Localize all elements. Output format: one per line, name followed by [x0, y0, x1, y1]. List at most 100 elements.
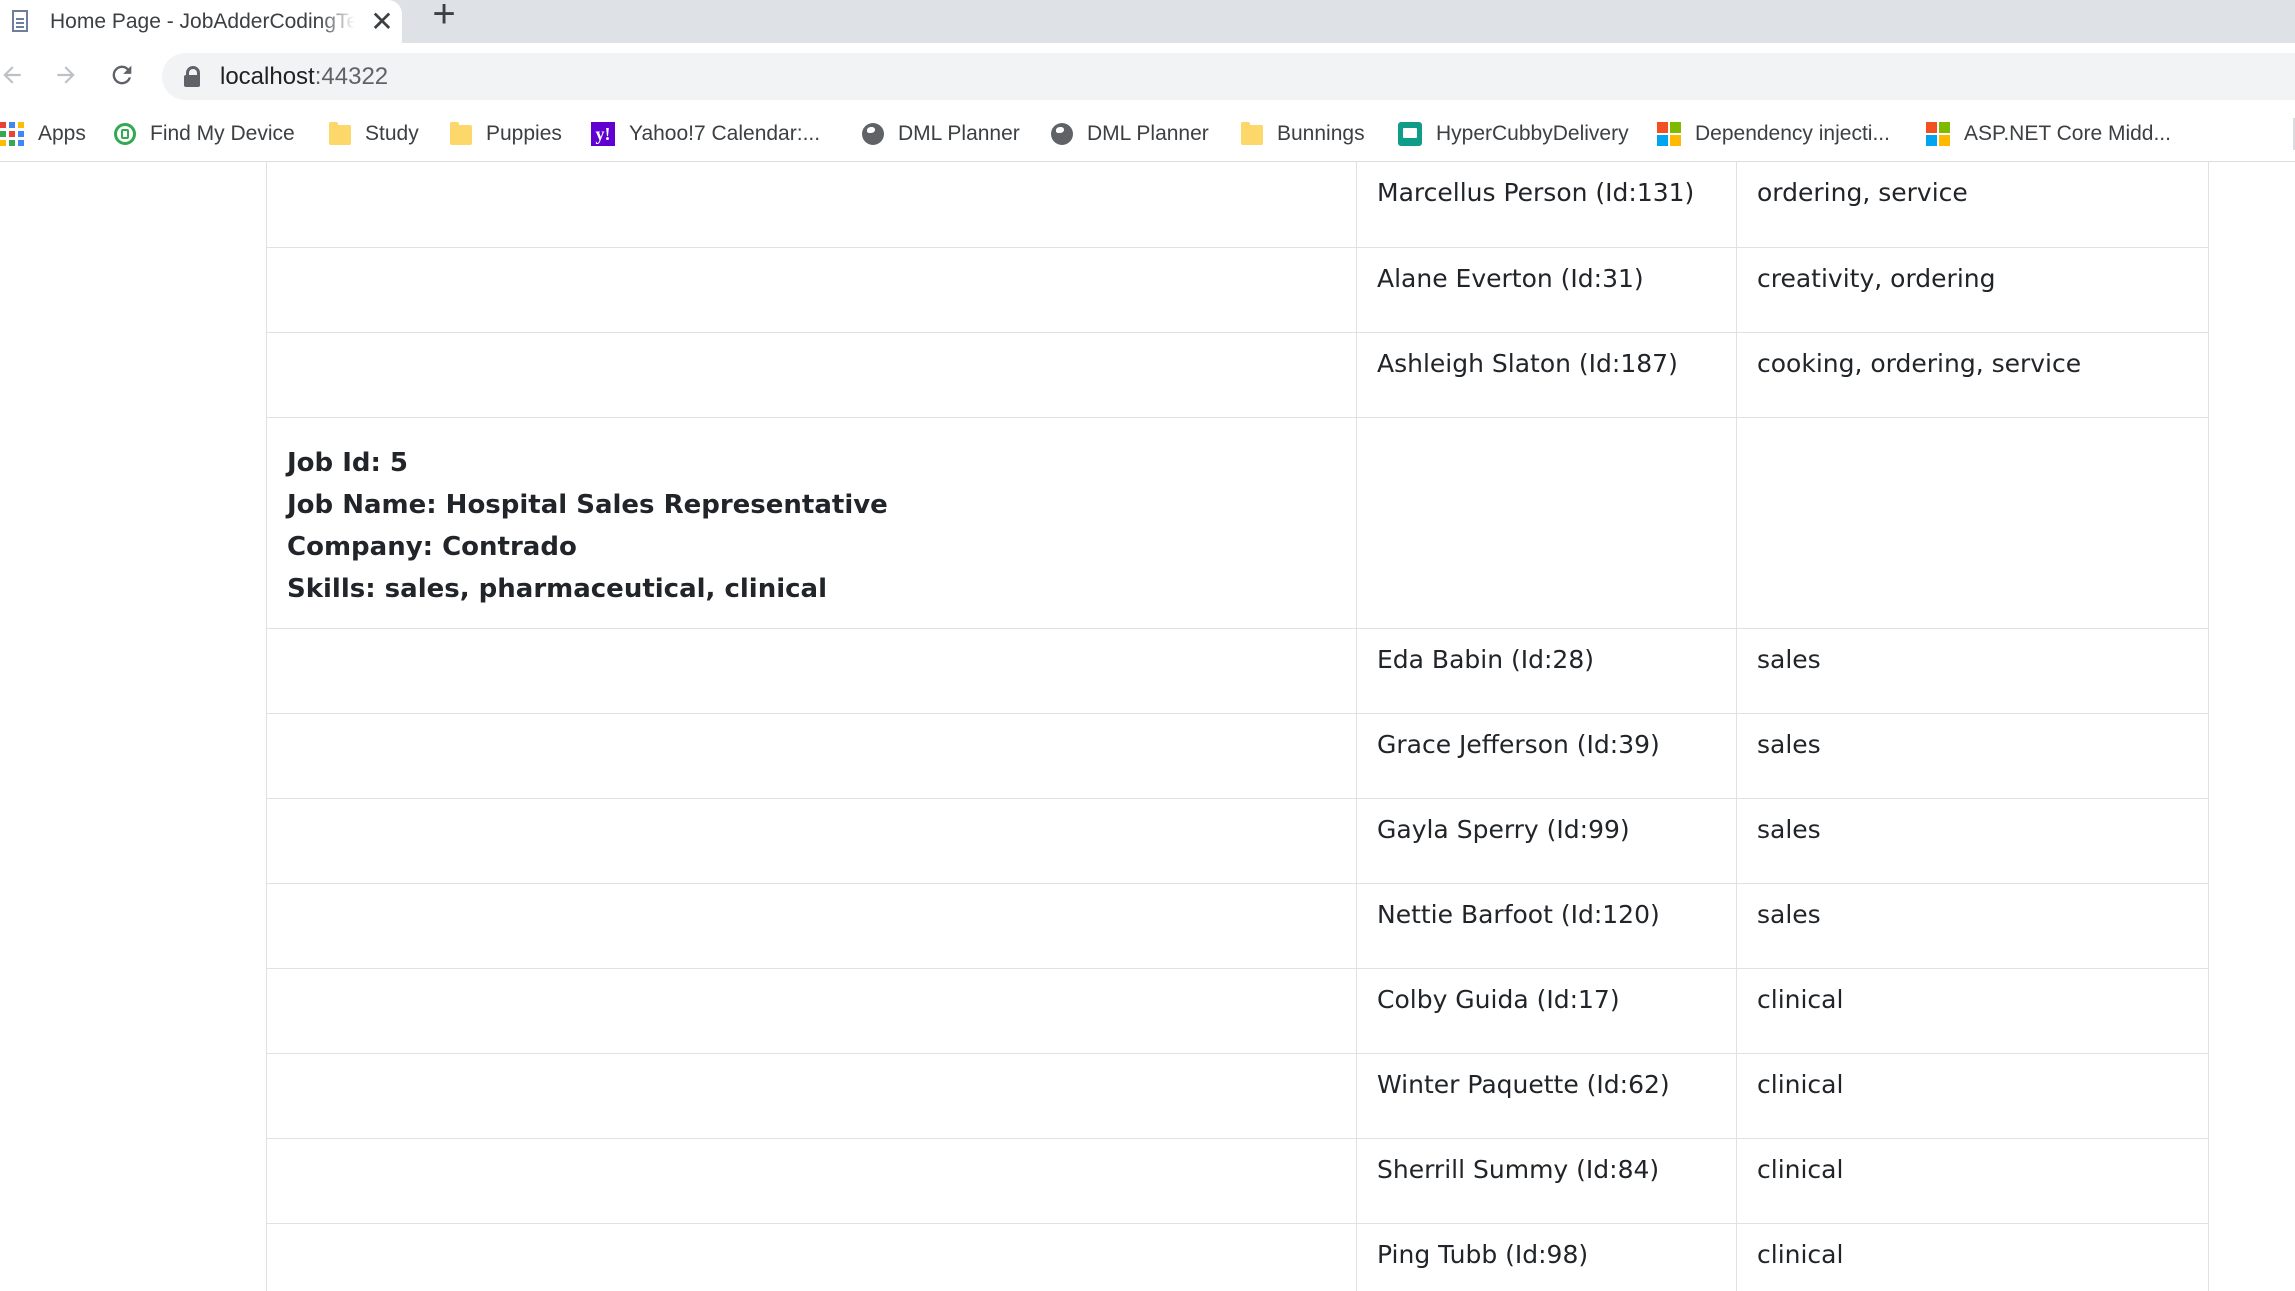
bookmark-puppies[interactable]: Puppies: [450, 106, 562, 162]
forward-button[interactable]: [44, 53, 88, 97]
table-row: Nettie Barfoot (Id:120) sales: [266, 883, 2209, 969]
bookmark-aspnet-core-middleware[interactable]: ASP.NET Core Midd...: [1926, 106, 2171, 162]
folder-icon: [450, 122, 472, 145]
bookmark-label: DML Planner: [1087, 122, 1209, 145]
tab-title: Home Page - JobAdderCodingTest: [50, 9, 355, 33]
table-row: Sherrill Summy (Id:84) clinical: [266, 1138, 2209, 1224]
browser-toolbar: localhost:44322: [0, 43, 2295, 106]
candidate-cell: Eda Babin (Id:28): [1356, 628, 1737, 714]
bookmark-dependency-injection[interactable]: Dependency injecti...: [1657, 106, 1890, 162]
forward-arrow-icon: [57, 66, 75, 84]
job-cell: [266, 247, 1357, 333]
new-tab-button[interactable]: +: [420, 0, 468, 34]
skills-cell: sales: [1736, 628, 2209, 714]
folder-icon: [329, 122, 351, 145]
back-button[interactable]: [0, 53, 34, 97]
candidate-cell: Nettie Barfoot (Id:120): [1356, 883, 1737, 969]
job-cell: [266, 332, 1357, 418]
skills-cell: sales: [1736, 883, 2209, 969]
candidate-cell: Ping Tubb (Id:98): [1356, 1223, 1737, 1291]
skills-cell: cooking, ordering, service: [1736, 332, 2209, 418]
candidate-cell: [1356, 417, 1737, 629]
table-row: Ping Tubb (Id:98) clinical: [266, 1223, 2209, 1291]
apps-grid-icon: [0, 122, 24, 146]
table-row: Marcellus Person (Id:131) ordering, serv…: [266, 162, 2209, 248]
skills-cell: clinical: [1736, 1223, 2209, 1291]
table-row: Ashleigh Slaton (Id:187) cooking, orderi…: [266, 332, 2209, 418]
bookmark-label: HyperCubbyDelivery: [1436, 122, 1629, 145]
bookmark-hypercubbydelivery[interactable]: HyperCubbyDelivery: [1398, 106, 1629, 162]
job-skills: Skills: sales, pharmaceutical, clinical: [287, 573, 827, 604]
table-row: Colby Guida (Id:17) clinical: [266, 968, 2209, 1054]
skills-cell: clinical: [1736, 1138, 2209, 1224]
job-cell: [266, 628, 1357, 714]
table-row: Winter Paquette (Id:62) clinical: [266, 1053, 2209, 1139]
bookmark-study[interactable]: Study: [329, 106, 419, 162]
job-name: Job Name: Hospital Sales Representative: [287, 489, 888, 520]
bookmark-find-my-device[interactable]: Find My Device: [114, 106, 295, 162]
candidate-cell: Grace Jefferson (Id:39): [1356, 713, 1737, 799]
skills-cell: sales: [1736, 798, 2209, 884]
url-text[interactable]: localhost:44322: [220, 63, 388, 91]
bookmarks-bar: Apps Find My Device Study Puppies y! Yah…: [0, 106, 2295, 162]
find-my-device-icon: [114, 123, 136, 145]
bookmark-label: Apps: [38, 122, 86, 145]
address-bar[interactable]: localhost:44322: [162, 53, 2295, 100]
job-cell: [266, 1138, 1357, 1224]
bookmark-apps[interactable]: Apps: [0, 106, 86, 162]
table-row: Eda Babin (Id:28) sales: [266, 628, 2209, 714]
job-cell: [266, 1053, 1357, 1139]
bookmark-dml-planner-2[interactable]: DML Planner: [1051, 106, 1209, 162]
back-arrow-icon: [3, 66, 21, 84]
table-row: Grace Jefferson (Id:39) sales: [266, 713, 2209, 799]
skills-cell: clinical: [1736, 1053, 2209, 1139]
yahoo-icon: y!: [591, 122, 615, 146]
bookmark-label: DML Planner: [898, 122, 1020, 145]
microsoft-icon: [1926, 122, 1950, 146]
job-details-cell: Job Id: 5 Job Name: Hospital Sales Repre…: [266, 417, 1357, 629]
bookmark-label: Dependency injecti...: [1695, 122, 1890, 145]
skills-cell: ordering, service: [1736, 162, 2209, 248]
globe-icon: [862, 123, 884, 145]
page-favicon-icon: [10, 9, 32, 35]
bookmark-yahoo-calendar[interactable]: y! Yahoo!7 Calendar:...: [591, 106, 820, 162]
lock-icon[interactable]: [184, 65, 200, 88]
skills-cell: [1736, 417, 2209, 629]
bookmark-label: ASP.NET Core Midd...: [1964, 122, 2171, 145]
candidate-cell: Colby Guida (Id:17): [1356, 968, 1737, 1054]
candidate-cell: Sherrill Summy (Id:84): [1356, 1138, 1737, 1224]
bookmark-label: Study: [365, 122, 419, 145]
candidate-cell: Winter Paquette (Id:62): [1356, 1053, 1737, 1139]
candidate-cell: Alane Everton (Id:31): [1356, 247, 1737, 333]
job-cell: [266, 713, 1357, 799]
page-content: Marcellus Person (Id:131) ordering, serv…: [0, 162, 2295, 1291]
job-row: Job Id: 5 Job Name: Hospital Sales Repre…: [266, 417, 2209, 629]
bookmark-dml-planner-1[interactable]: DML Planner: [862, 106, 1020, 162]
bookmark-label: Puppies: [486, 122, 562, 145]
skills-cell: clinical: [1736, 968, 2209, 1054]
close-tab-icon[interactable]: ✕: [367, 6, 397, 37]
job-id: Job Id: 5: [287, 447, 409, 478]
reload-icon: [112, 65, 132, 85]
bookmark-label: Yahoo!7 Calendar:...: [629, 122, 821, 145]
job-match-table: Marcellus Person (Id:131) ordering, serv…: [266, 162, 2209, 1291]
bookmark-bunnings[interactable]: Bunnings: [1241, 106, 1365, 162]
hypercubby-icon: [1398, 122, 1422, 146]
job-cell: [266, 798, 1357, 884]
job-company: Company: Contrado: [287, 531, 577, 562]
reload-button[interactable]: [100, 53, 144, 97]
globe-icon: [1051, 123, 1073, 145]
candidate-cell: Gayla Sperry (Id:99): [1356, 798, 1737, 884]
table-row: Gayla Sperry (Id:99) sales: [266, 798, 2209, 884]
tab-strip: Home Page - JobAdderCodingTest ✕ +: [0, 0, 2295, 43]
job-cell: [266, 883, 1357, 969]
job-cell: [266, 162, 1357, 248]
candidate-cell: Ashleigh Slaton (Id:187): [1356, 332, 1737, 418]
folder-icon: [1241, 122, 1263, 145]
candidate-cell: Marcellus Person (Id:131): [1356, 162, 1737, 248]
job-cell: [266, 968, 1357, 1054]
browser-tab[interactable]: Home Page - JobAdderCodingTest ✕: [0, 0, 402, 43]
bookmark-label: Find My Device: [150, 122, 295, 145]
microsoft-icon: [1657, 122, 1681, 146]
bookmark-label: Bunnings: [1277, 122, 1365, 145]
